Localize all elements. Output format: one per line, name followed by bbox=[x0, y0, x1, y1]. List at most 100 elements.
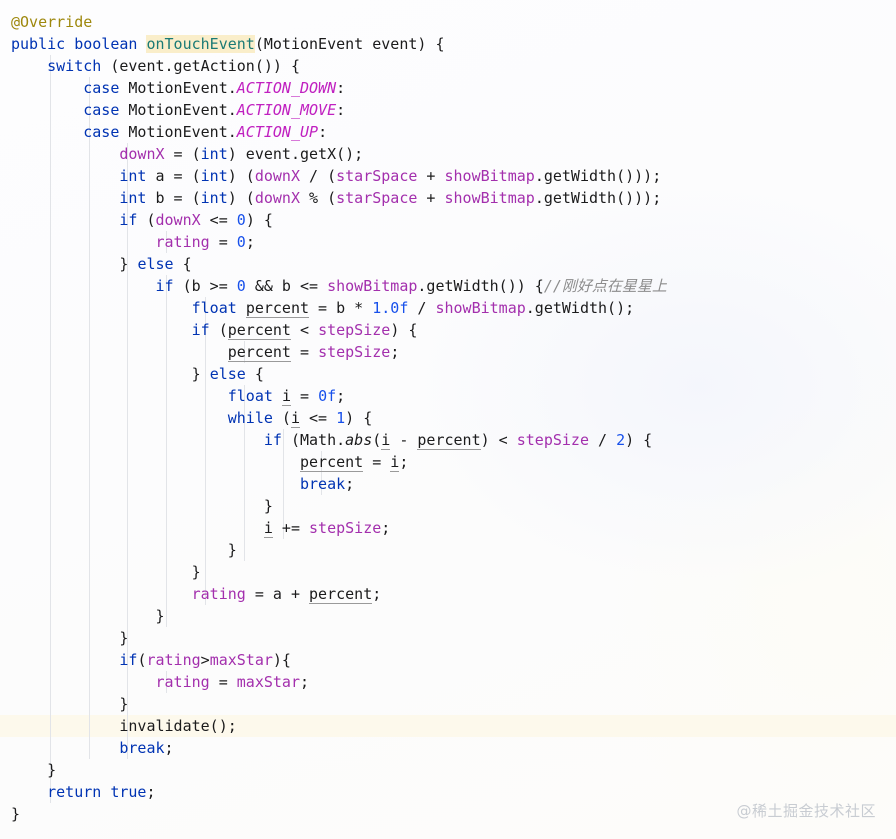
code-line: } bbox=[0, 759, 896, 781]
code-token-kw: case bbox=[83, 79, 120, 97]
code-token-plain: / ( bbox=[300, 167, 337, 185]
code-token-warnvar: i bbox=[290, 409, 300, 428]
code-token-plain: ) ( bbox=[227, 167, 255, 185]
code-token-plain: a = ( bbox=[146, 167, 201, 185]
code-token-kw: if bbox=[119, 211, 138, 229]
code-token-field: stepSize bbox=[318, 321, 391, 339]
code-line: case MotionEvent.ACTION_UP: bbox=[0, 121, 896, 143]
code-token-field: rating bbox=[155, 673, 210, 691]
code-line: } bbox=[0, 605, 896, 627]
code-token-warnvar: percent bbox=[417, 431, 481, 450]
code-line: percent = stepSize; bbox=[0, 341, 896, 363]
code-line: case MotionEvent.ACTION_DOWN: bbox=[0, 77, 896, 99]
code-token-plain: invalidate(); bbox=[11, 717, 237, 735]
code-token-field: starSpace bbox=[336, 189, 418, 207]
code-token-plain: .getWidth(); bbox=[525, 299, 635, 317]
code-token-num: 0f bbox=[318, 387, 337, 405]
code-line: i += stepSize; bbox=[0, 517, 896, 539]
code-token-plain: ) { bbox=[625, 431, 653, 449]
code-token-plain: } bbox=[11, 497, 273, 515]
code-token-plain: % ( bbox=[300, 189, 337, 207]
code-token-plain: { bbox=[245, 365, 264, 383]
code-token-kw: int bbox=[119, 167, 147, 185]
code-token-konst: ACTION_MOVE bbox=[236, 101, 337, 119]
code-token-konst: ACTION_UP bbox=[236, 123, 319, 141]
code-token-field: showBitmap bbox=[435, 299, 526, 317]
code-token-statm: abs bbox=[345, 431, 373, 449]
code-token-field: showBitmap bbox=[327, 277, 418, 295]
code-token-kw: case bbox=[83, 101, 120, 119]
code-line: public boolean onTouchEvent(MotionEvent … bbox=[0, 33, 896, 55]
code-line: } bbox=[0, 561, 896, 583]
code-line: while (i <= 1) { bbox=[0, 407, 896, 429]
code-token-num: 0 bbox=[236, 211, 246, 229]
code-line: rating = 0; bbox=[0, 231, 896, 253]
code-token-plain: ( bbox=[209, 321, 228, 339]
code-token-plain: <= bbox=[200, 211, 237, 229]
code-token-field: stepSize bbox=[309, 519, 382, 537]
code-token-warnvar: percent bbox=[227, 343, 291, 362]
code-token-warnvar: i bbox=[381, 431, 391, 450]
code-token-kw: true bbox=[110, 783, 147, 801]
code-token-plain: (b >= bbox=[173, 277, 237, 295]
code-token-plain: / bbox=[589, 431, 617, 449]
code-token-mhl: onTouchEvent bbox=[146, 35, 255, 53]
code-token-kw: if bbox=[119, 651, 138, 669]
code-token-cmt: //刚好点在星星上 bbox=[543, 277, 667, 295]
code-token-field: maxStar bbox=[236, 673, 300, 691]
code-line: } else { bbox=[0, 253, 896, 275]
code-token-plain: (MotionEvent event) { bbox=[254, 35, 445, 53]
code-token-field: stepSize bbox=[516, 431, 589, 449]
code-token-warnvar: i bbox=[390, 453, 400, 472]
code-line: switch (event.getAction()) { bbox=[0, 55, 896, 77]
code-token-field: starSpace bbox=[336, 167, 418, 185]
code-token-kw: while bbox=[227, 409, 273, 427]
code-token-plain: ; bbox=[245, 233, 255, 251]
code-token-num: 0 bbox=[236, 277, 246, 295]
code-token-num: 2 bbox=[616, 431, 626, 449]
code-token-kw: float bbox=[191, 299, 237, 317]
code-line: invalidate(); bbox=[0, 715, 896, 737]
code-token-plain: ) { bbox=[245, 211, 273, 229]
code-editor-surface[interactable]: @Override public boolean onTouchEvent(Mot… bbox=[0, 0, 896, 825]
code-token-plain: = b * bbox=[309, 299, 373, 317]
code-token-plain: ) < bbox=[480, 431, 517, 449]
code-token-field: downX bbox=[119, 145, 165, 163]
code-token-warnvar: i bbox=[281, 387, 291, 406]
code-token-plain: ; bbox=[164, 739, 174, 757]
code-token-field: rating bbox=[155, 233, 210, 251]
code-token-kw: if bbox=[191, 321, 210, 339]
code-line: int a = (int) (downX / (starSpace + show… bbox=[0, 165, 896, 187]
code-token-plain: ( bbox=[372, 431, 382, 449]
code-token-plain: ; bbox=[336, 387, 346, 405]
code-token-kw: else bbox=[137, 255, 174, 273]
code-token-field: showBitmap bbox=[444, 167, 535, 185]
code-line: } bbox=[0, 495, 896, 517]
code-token-num: 1.0f bbox=[372, 299, 409, 317]
code-token-plain: .getWidth()) { bbox=[417, 277, 544, 295]
code-token-kw: int bbox=[200, 189, 228, 207]
code-token-field: stepSize bbox=[318, 343, 391, 361]
code-token-warnvar: percent bbox=[299, 453, 364, 472]
code-token-warnvar: percent bbox=[309, 585, 373, 604]
code-line: } bbox=[0, 693, 896, 715]
code-token-plain: = ( bbox=[164, 145, 201, 163]
code-line: downX = (int) event.getX(); bbox=[0, 143, 896, 165]
code-token-plain: = bbox=[290, 343, 319, 361]
code-token-plain: MotionEvent. bbox=[119, 123, 237, 141]
